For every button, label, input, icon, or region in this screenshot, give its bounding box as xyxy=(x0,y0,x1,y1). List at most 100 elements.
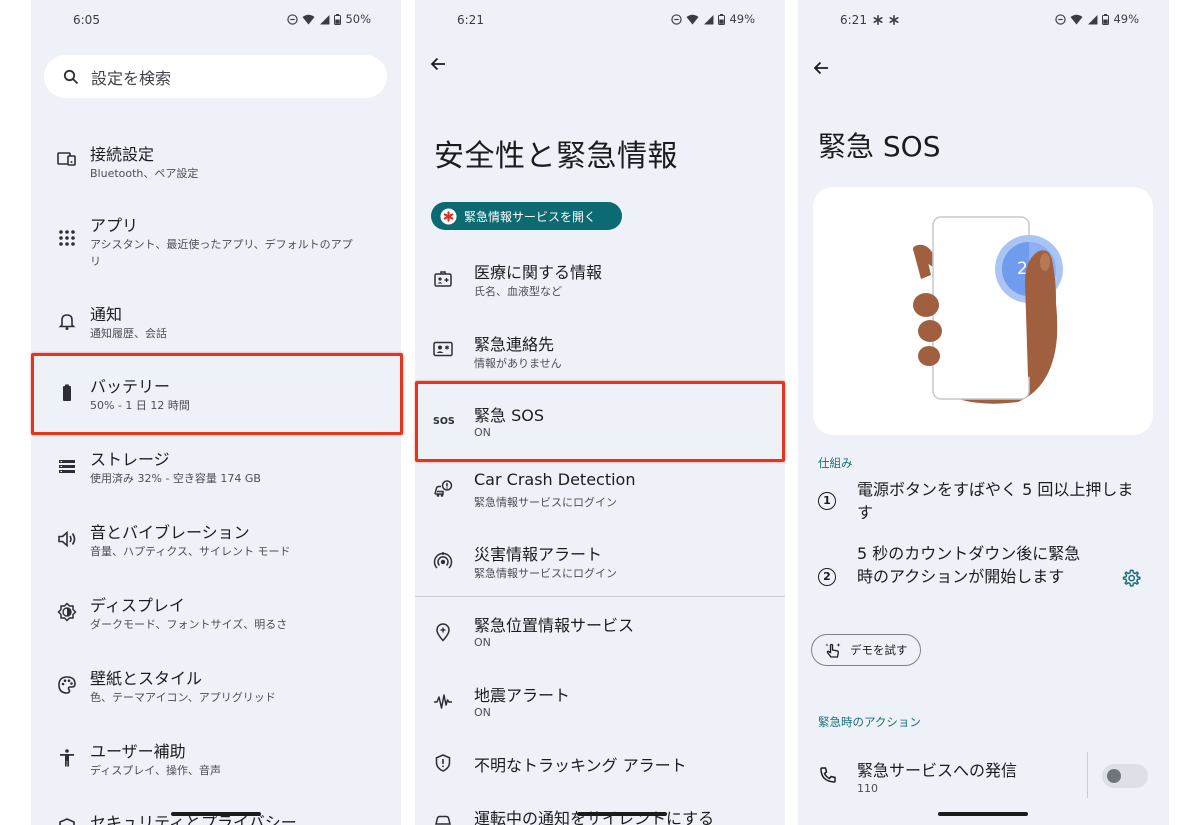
search-placeholder: 設定を検索 xyxy=(91,68,172,88)
gear-icon[interactable] xyxy=(1122,569,1141,588)
row-subtitle: 緊急情報サービスにログイン xyxy=(474,496,617,509)
signal-icon xyxy=(704,14,714,24)
settings-item-display[interactable]: ディスプレイ ダークモード、フォントサイズ、明るさ xyxy=(31,592,401,637)
status-bar-left: 6:21 xyxy=(840,13,899,27)
settings-item-subtitle: 通知履歴、会話 xyxy=(90,327,167,340)
status-time: 6:21 xyxy=(840,13,867,27)
signal-icon xyxy=(1088,14,1098,24)
settings-item-notifications[interactable]: 通知 通知履歴、会話 xyxy=(31,301,401,346)
emergency-asterisk-icon xyxy=(873,15,883,25)
status-icons: 49% xyxy=(1055,12,1139,26)
seismic-icon xyxy=(434,694,452,709)
try-demo-button[interactable]: デモを試す xyxy=(811,634,921,666)
step-number-badge: 1 xyxy=(818,492,836,510)
demo-button-label: デモを試す xyxy=(850,643,908,657)
section-divider xyxy=(415,596,785,597)
step-text: 電源ボタンをすばやく 5 回以上押します xyxy=(857,480,1134,522)
row-title: 地震アラート xyxy=(474,686,571,705)
row-emergency-location[interactable]: 緊急位置情報サービス ON xyxy=(415,612,785,657)
medical-id-icon xyxy=(434,271,452,287)
volume-icon xyxy=(58,530,76,548)
dnd-icon xyxy=(287,13,299,25)
row-medical-info[interactable]: 医療に関する情報 氏名、血液型など xyxy=(415,259,785,304)
battery-status-icon xyxy=(334,13,342,25)
row-earthquake-alerts[interactable]: 地震アラート ON xyxy=(415,682,785,727)
battery-status-icon xyxy=(1102,13,1110,25)
settings-item-wallpaper[interactable]: 壁紙とスタイル 色、テーマアイコン、アプリグリッド xyxy=(31,665,401,710)
dnd-icon xyxy=(1055,13,1067,25)
row-subtitle: 氏名、血液型など xyxy=(474,285,562,298)
open-emergency-info-button[interactable]: 緊急情報サービスを開く xyxy=(431,202,622,230)
emergency-sos-screen: 6:21 49% 緊急 SOS 2 仕組み 1 電源ボタンをすばやく 5 回以上… xyxy=(798,0,1169,825)
storage-icon xyxy=(59,460,75,473)
settings-item-subtitle: 音量、ハプティクス、サイレント モード xyxy=(90,545,291,558)
settings-item-subtitle: ダークモード、フォントサイズ、明るさ xyxy=(90,618,288,631)
highlight-box xyxy=(31,353,403,435)
shield-icon xyxy=(59,818,75,825)
alert-signal-icon xyxy=(433,552,453,569)
status-icons: 50% xyxy=(287,12,371,26)
row-subtitle: ON xyxy=(474,706,491,719)
row-emergency-contacts[interactable]: 緊急連絡先 情報がありません xyxy=(415,331,785,376)
wifi-icon xyxy=(686,14,699,24)
settings-item-accessibility[interactable]: ユーザー補助 ディスプレイ、操作、音声 xyxy=(31,738,401,783)
settings-item-title: 接続設定 xyxy=(90,145,155,164)
gesture-nav-bar[interactable] xyxy=(577,812,667,816)
instruction-step: 2 5 秒のカウントダウン後に緊急時のアクションが開始します xyxy=(818,543,1158,613)
row-title: 緊急サービスへの発信 xyxy=(857,761,1018,780)
settings-item-sound[interactable]: 音とバイブレーション 音量、ハプティクス、サイレント モード xyxy=(31,519,401,564)
settings-item-storage[interactable]: ストレージ 使用済み 32% - 空き容量 174 GB xyxy=(31,446,401,491)
settings-item-apps[interactable]: アプリ アシスタント、最近使ったアプリ、デフォルトのアプリ xyxy=(31,212,401,272)
row-title: Car Crash Detection xyxy=(474,470,636,489)
hand-holding-phone-illustration: 2 xyxy=(913,216,1063,404)
battery-percent: 50% xyxy=(345,12,371,26)
gesture-nav-bar[interactable] xyxy=(938,812,1028,816)
sos-illustration: 2 xyxy=(813,187,1153,435)
search-icon xyxy=(63,69,79,84)
back-arrow-icon[interactable] xyxy=(430,56,446,72)
car-crash-icon xyxy=(434,480,453,497)
status-time: 6:05 xyxy=(73,13,100,27)
emergency-star-icon xyxy=(440,207,457,225)
signal-icon xyxy=(320,14,330,24)
apps-grid-icon xyxy=(59,230,75,246)
vertical-divider xyxy=(1087,752,1088,798)
brightness-icon xyxy=(57,602,77,622)
page-title: 安全性と緊急情報 xyxy=(434,139,678,174)
settings-item-subtitle: Bluetooth、ペア設定 xyxy=(90,167,199,180)
settings-item-title: アプリ xyxy=(90,216,139,235)
settings-item-title: 壁紙とスタイル xyxy=(90,669,203,688)
row-subtitle: ON xyxy=(474,636,491,649)
settings-item-subtitle: 色、テーマアイコン、アプリグリッド xyxy=(90,691,276,704)
dnd-icon xyxy=(671,13,683,25)
contact-card-icon xyxy=(433,341,453,357)
settings-item-title: ディスプレイ xyxy=(90,596,185,615)
location-icon xyxy=(436,623,450,642)
emergency-call-toggle[interactable] xyxy=(1102,764,1148,788)
settings-search-bar[interactable]: 設定を検索 xyxy=(44,55,387,98)
battery-percent: 49% xyxy=(729,12,755,26)
row-car-crash-detection[interactable]: Car Crash Detection 緊急情報サービスにログイン xyxy=(415,470,785,515)
battery-status-icon xyxy=(718,13,726,25)
instruction-step: 1 電源ボタンをすばやく 5 回以上押します xyxy=(818,479,1158,525)
back-arrow-icon[interactable] xyxy=(813,60,829,76)
row-title: 災害情報アラート xyxy=(474,545,603,564)
row-disaster-alerts[interactable]: 災害情報アラート 緊急情報サービスにログイン xyxy=(415,541,785,586)
phone-call-icon xyxy=(820,767,836,783)
row-emergency-call[interactable]: 緊急サービスへの発信 110 xyxy=(798,752,1088,802)
emergency-actions-label: 緊急時のアクション xyxy=(818,715,921,729)
row-title: 緊急連絡先 xyxy=(474,335,555,354)
settings-item-title: ストレージ xyxy=(90,450,170,469)
settings-item-subtitle: 使用済み 32% - 空き容量 174 GB xyxy=(90,472,261,485)
settings-item-subtitle: アシスタント、最近使ったアプリ、デフォルトのアプリ xyxy=(90,238,353,268)
driving-icon xyxy=(435,815,451,825)
highlight-box xyxy=(415,381,785,462)
settings-item-subtitle: ディスプレイ、操作、音声 xyxy=(90,764,222,777)
row-unknown-tracker-alerts[interactable]: 不明なトラッキング アラート xyxy=(415,752,785,782)
wifi-icon xyxy=(1070,14,1083,24)
row-title: 不明なトラッキング アラート xyxy=(474,756,687,775)
gesture-nav-bar[interactable] xyxy=(171,812,261,816)
accessibility-icon xyxy=(60,749,74,767)
settings-item-connected-devices[interactable]: 接続設定 Bluetooth、ペア設定 xyxy=(31,141,401,191)
how-it-works-label: 仕組み xyxy=(818,456,853,470)
